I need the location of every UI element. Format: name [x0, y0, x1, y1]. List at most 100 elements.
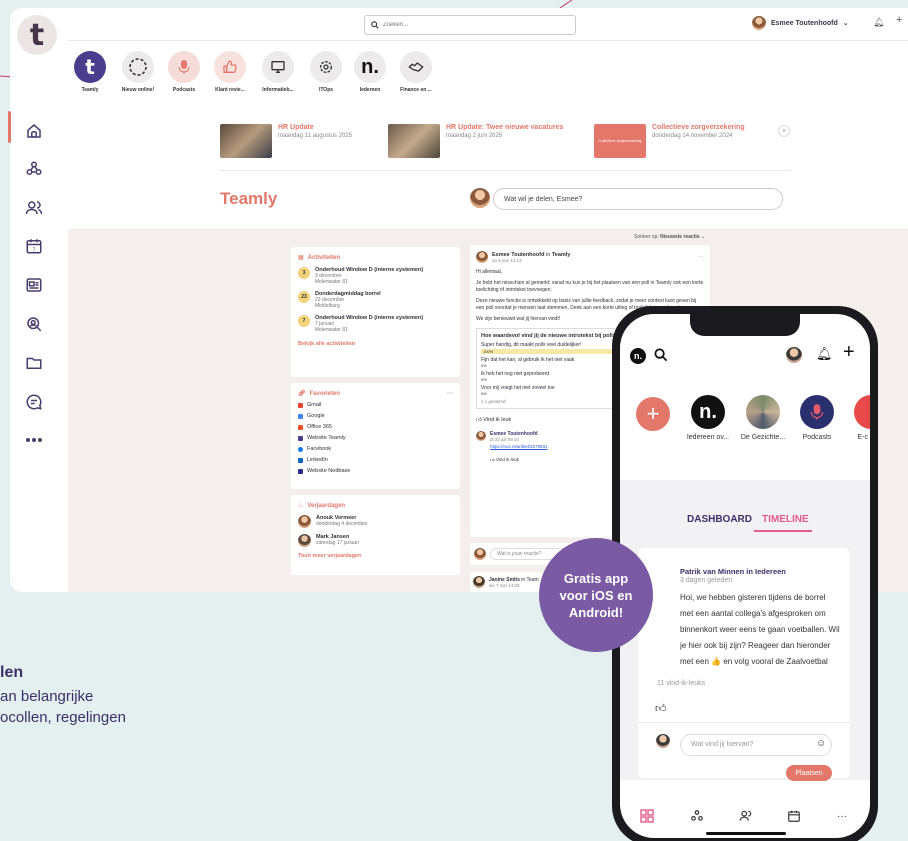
thumbs-up-icon[interactable]: 👍︎ — [655, 702, 667, 715]
more-icon[interactable]: ··· — [698, 254, 704, 260]
reply-link[interactable]: https://nos.nl/artikel/2579931 — [490, 444, 548, 449]
google-icon — [298, 413, 303, 419]
search-box[interactable] — [364, 15, 576, 35]
birthdays-more-link[interactable]: Toon meer verjaardagen — [298, 553, 453, 559]
comment-input[interactable]: Wat vind jij hiervan? — [680, 734, 832, 756]
favorites-card: 🔗︎ Favorieten ··· Gmail Google Office 365 … — [291, 383, 460, 489]
composer-avatar — [470, 188, 490, 208]
channel-nieuw-online[interactable]: Nieuw online! — [118, 51, 158, 93]
news-thumbnail — [220, 124, 272, 158]
activity-item[interactable]: 23 Donderdagmiddag borrel 23 december Midd… — [298, 291, 453, 309]
post-button[interactable]: Plaatsen — [786, 765, 832, 781]
reply-like-button[interactable]: 👍︎ Vind ik leuk — [490, 457, 548, 463]
search-people-icon[interactable] — [22, 312, 46, 336]
activity-item[interactable]: 7 Onderhoud Window D (interne systemen) 7… — [298, 315, 453, 333]
favorite-label: Website Teamly — [307, 435, 346, 441]
post-channel[interactable]: Teamly — [552, 252, 571, 258]
activity-item[interactable]: 3 Onderhoud Window D (interne systemen) 3… — [298, 267, 453, 285]
favorite-item[interactable]: Facebook — [298, 446, 453, 452]
calendar-icon[interactable] — [786, 808, 802, 824]
activity-place: Middelburg — [315, 303, 340, 309]
nav-active-indicator — [8, 111, 11, 143]
story-item[interactable]: E-c — [840, 395, 870, 441]
news-date: maandag 2 juni 2025 — [446, 133, 503, 139]
folder-icon[interactable] — [22, 351, 46, 375]
like-label: Vind ik leuk — [483, 417, 512, 423]
activities-more-link[interactable]: Bekijk alle activiteiten — [298, 341, 453, 347]
bell-icon[interactable]: 🔔︎ — [816, 346, 833, 362]
more-icon[interactable]: ··· — [447, 391, 453, 397]
date-badge: 23 — [298, 291, 310, 303]
avatar — [298, 515, 311, 528]
favorite-item[interactable]: Website Nedbase — [298, 468, 453, 474]
plus-icon[interactable]: + — [843, 341, 855, 364]
network-icon[interactable] — [22, 157, 46, 181]
bell-icon[interactable]: 🔔︎ — [873, 17, 884, 28]
story-item[interactable]: De Gezichte... — [738, 395, 788, 441]
people-icon[interactable] — [738, 808, 754, 824]
channel-klant-reviews[interactable]: Klant revie... — [210, 51, 250, 93]
post-author[interactable]: Esmee Toutenhoofd — [492, 252, 544, 258]
favorite-item[interactable]: Office 365 — [298, 424, 453, 430]
author-avatar — [476, 251, 488, 263]
channel-teamly[interactable]: t Teamly — [70, 51, 110, 93]
people-icon[interactable] — [22, 196, 46, 220]
more-icon[interactable]: ··· — [834, 808, 850, 824]
favorite-label: Website Nedbase — [307, 468, 351, 474]
user-menu[interactable]: Esmee Toutenhoofd ⌄ — [752, 16, 849, 30]
user-avatar[interactable] — [786, 347, 802, 363]
favorite-item[interactable]: Gmail — [298, 402, 453, 408]
share-input[interactable]: Wat wil je delen, Esmee? — [493, 188, 783, 210]
post-channel[interactable]: in Team — [521, 577, 538, 583]
activities-title: Activiteiten — [307, 254, 341, 261]
badge-line: Gratis app — [563, 570, 629, 586]
channel-iedereen[interactable]: n. Iedereen — [350, 51, 390, 93]
network-icon[interactable] — [689, 808, 705, 824]
news-title: HR Update — [278, 124, 314, 131]
birthday-item[interactable]: Anouk Vermeer donderdag 4 december — [298, 515, 453, 528]
favorite-label: LinkedIn — [307, 457, 328, 463]
story-item[interactable]: n. Iedereen ov... — [683, 395, 733, 441]
story-item[interactable]: Podcasts — [792, 395, 842, 441]
calendar-icon[interactable]: 7 — [22, 234, 46, 258]
tab-dashboard[interactable]: DASHBOARD — [687, 514, 752, 525]
teamly-logo[interactable]: t — [17, 15, 57, 55]
close-icon[interactable]: × — [778, 125, 790, 137]
post-text: Hoi, we hebben gisteren tijdens de borre… — [680, 593, 840, 666]
add-story-button[interactable]: + — [636, 397, 670, 431]
search-icon[interactable] — [654, 348, 668, 367]
channel-itops[interactable]: ITOps — [306, 51, 346, 93]
channel-podcasts[interactable]: Podcasts — [164, 51, 204, 93]
emoji-icon[interactable]: ☺ — [816, 738, 826, 749]
search-input[interactable] — [383, 22, 553, 28]
tab-timeline[interactable]: TIMELINE — [762, 514, 809, 525]
divider — [638, 722, 850, 723]
more-icon[interactable] — [22, 428, 46, 452]
news-item[interactable]: HR Update maandag 11 augustus 2025 — [220, 124, 352, 158]
favorite-item[interactable]: Website Teamly — [298, 435, 453, 441]
avatar — [474, 548, 486, 560]
news-icon[interactable] — [22, 273, 46, 297]
favorite-item[interactable]: LinkedIn — [298, 457, 453, 463]
home-icon[interactable] — [22, 119, 46, 143]
plus-icon[interactable]: + — [896, 14, 902, 26]
news-item[interactable]: HR Update: Twee nieuwe vacatures maandag… — [388, 124, 563, 158]
activity-place: Molenwater 81 — [315, 327, 348, 333]
sort-label: Sorteer op: — [634, 234, 659, 240]
post-author[interactable]: Patrik van Minnen in Iedereen — [680, 567, 786, 576]
dashboard-icon[interactable] — [639, 808, 655, 824]
sort-control[interactable]: Sorteer op: Nieuwste reactie ⌄ — [634, 234, 705, 240]
birthday-item[interactable]: Mark Jansen zaterdag 17 januari — [298, 534, 453, 547]
channel-informatieboekje[interactable]: Informatieb... — [258, 51, 298, 93]
post-author[interactable]: Janine Smits — [489, 577, 520, 583]
favorite-item[interactable]: Google — [298, 413, 453, 419]
app-logo[interactable]: n. — [630, 348, 646, 364]
iedereen-story-icon: n. — [691, 395, 725, 429]
page-title: Teamly — [220, 189, 278, 208]
chat-icon[interactable] — [22, 390, 46, 414]
channel-finance[interactable]: Finance en ... — [396, 51, 436, 93]
microphone-icon — [168, 51, 200, 83]
news-item[interactable]: Collectieve zorgverzekering Collectieve … — [594, 124, 745, 158]
section-text: ocollen, regelingen — [0, 709, 126, 726]
facebook-icon — [298, 446, 303, 452]
